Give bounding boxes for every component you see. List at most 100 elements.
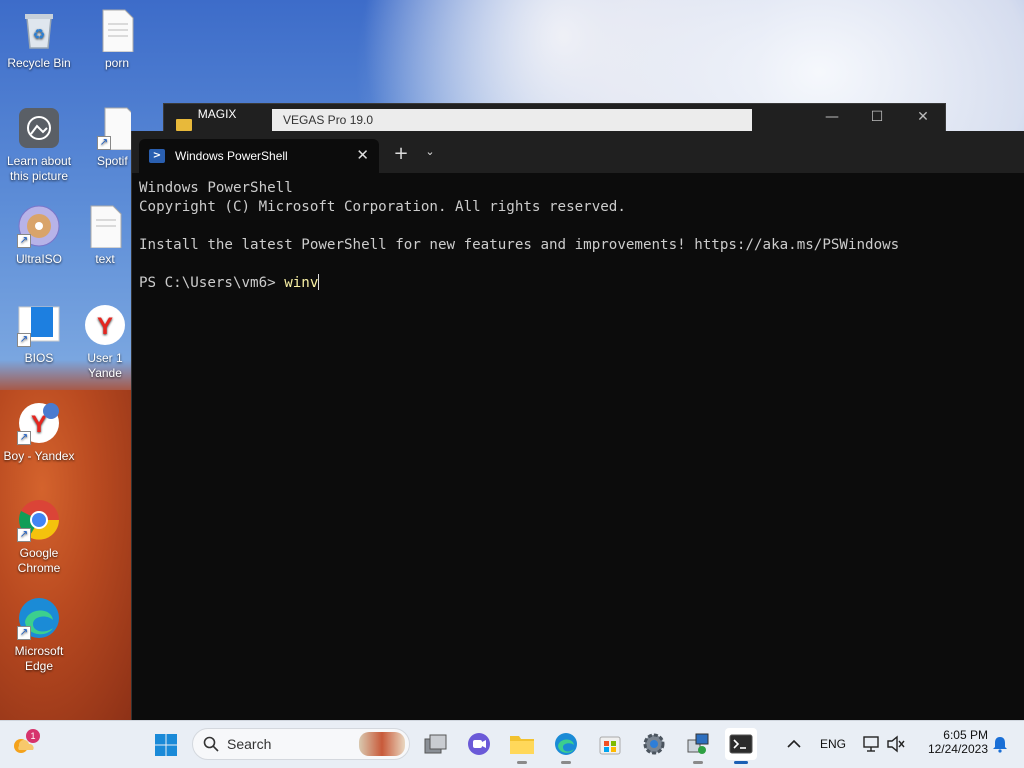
desktop-icon-label: Microsoft Edge (14, 644, 64, 673)
task-view-button[interactable] (420, 728, 452, 760)
text-cursor (318, 274, 320, 290)
shortcut-arrow-icon: ↗ (17, 528, 31, 542)
vegas-pro-tab[interactable]: VEGAS Pro 19.0 (272, 109, 752, 131)
widgets-button[interactable]: 1 (8, 729, 40, 761)
teams-chat-button[interactable] (463, 728, 495, 760)
yandex-browser-icon: Y ↗ (17, 401, 61, 445)
edge-icon: ↗ (17, 596, 61, 640)
microsoft-store-button[interactable] (594, 728, 626, 760)
desktop-icon-boy-yandex[interactable]: Y ↗ Boy - Yandex (1, 401, 77, 464)
chrome-icon: ↗ (17, 498, 61, 542)
desktop-icon-label: BIOS (24, 351, 54, 365)
terminal-titlebar[interactable]: > Windows PowerShell ✕ + ⌄ (132, 131, 1024, 173)
svg-text:Y: Y (97, 313, 113, 340)
close-button[interactable]: ✕ (908, 108, 938, 126)
bell-icon (993, 737, 1007, 753)
desktop-icon-label: Spotif (97, 154, 128, 168)
desktop-icon-text[interactable]: text (79, 204, 131, 267)
tab-dropdown-button[interactable]: ⌄ (422, 145, 438, 158)
terminal-line: Copyright (C) Microsoft Corporation. All… (139, 199, 626, 215)
chat-icon (468, 733, 490, 755)
notification-badge: 1 (26, 729, 40, 743)
volume-muted-icon (887, 735, 905, 753)
yandex-browser-icon: Y (83, 303, 127, 347)
store-icon (599, 736, 621, 755)
new-tab-button[interactable]: + (392, 143, 410, 164)
clock[interactable]: 6:05 PM 12/24/2023 (912, 728, 988, 756)
gear-icon (643, 733, 665, 755)
terminal-line: Install the latest PowerShell for new fe… (139, 237, 900, 253)
running-indicator (693, 761, 703, 764)
language-indicator[interactable]: ENG (820, 737, 846, 751)
terminal-icon (729, 734, 753, 754)
search-icon (203, 736, 219, 752)
tab-windows-powershell[interactable]: > Windows PowerShell ✕ (139, 139, 379, 173)
network-computer-icon (687, 733, 709, 754)
desktop-icon-google-chrome[interactable]: ↗ Google Chrome (1, 498, 77, 576)
prompt-text: PS C:\Users\vm6> (139, 275, 285, 291)
shortcut-arrow-icon: ↗ (17, 431, 31, 445)
bios-icon: ↗ (17, 303, 61, 347)
clock-date: 12/24/2023 (927, 742, 988, 756)
desktop-icon-label: UltraISO (15, 252, 62, 266)
terminal-line: Windows PowerShell (139, 180, 293, 196)
chevron-up-icon (787, 739, 801, 748)
start-button[interactable] (150, 729, 182, 761)
file-icon: ↗ (97, 106, 131, 151)
task-view-icon (424, 734, 447, 754)
tab-title: Windows PowerShell (175, 149, 288, 163)
network-icon (863, 736, 879, 752)
desktop-icon-label: text (95, 252, 115, 266)
camera-icon (17, 106, 61, 150)
shortcut-arrow-icon: ↗ (17, 333, 31, 347)
prompt-line[interactable]: PS C:\Users\vm6> winv (139, 274, 1019, 293)
edge-taskbar-button[interactable] (550, 728, 582, 764)
volume-button[interactable] (880, 728, 912, 760)
taskbar-search-box[interactable]: Search (192, 728, 410, 760)
desktop-icon-microsoft-edge[interactable]: ↗ Microsoft Edge (1, 596, 77, 674)
text-file-icon (83, 204, 127, 249)
recycle-bin-icon: ♻ (17, 8, 61, 52)
search-highlight-icon (359, 732, 405, 756)
notifications-button[interactable] (984, 728, 1016, 760)
terminal-output[interactable]: Windows PowerShell Copyright (C) Microso… (139, 179, 1019, 293)
desktop-icon-label: Learn about this picture (6, 154, 72, 183)
shortcut-arrow-icon: ↗ (17, 234, 31, 248)
network-app-button[interactable] (682, 728, 714, 764)
desktop-icon-user1-yandex[interactable]: Y User 1 Yande (79, 303, 131, 381)
folder-icon (510, 736, 534, 754)
show-hidden-icons-button[interactable] (778, 728, 810, 760)
text-file-icon (95, 8, 139, 53)
desktop-icon-label: Google Chrome (17, 546, 61, 575)
tab-close-icon[interactable]: ✕ (356, 146, 369, 164)
shortcut-arrow-icon: ↗ (97, 136, 111, 150)
maximize-button[interactable]: ☐ (862, 108, 892, 126)
desktop-icon-label: porn (104, 56, 130, 70)
settings-button[interactable] (638, 728, 670, 760)
desktop-icon-label: Boy - Yandex (3, 449, 75, 463)
desktop-icon-spotify[interactable]: ↗ Spotif (79, 106, 131, 169)
terminal-taskbar-button[interactable] (725, 728, 757, 764)
shortcut-arrow-icon: ↗ (17, 626, 31, 640)
powershell-icon: > (149, 149, 165, 163)
desktop-icon-porn[interactable]: porn (79, 8, 155, 71)
running-indicator (561, 761, 571, 764)
windows-logo-icon (155, 734, 177, 756)
folder-icon (176, 119, 192, 131)
desktop-icon-learn-about-picture[interactable]: Learn about this picture (1, 106, 77, 184)
file-explorer-button[interactable] (506, 728, 538, 764)
desktop-icon-bios[interactable]: ↗ BIOS (1, 303, 77, 366)
edge-icon (555, 733, 577, 755)
search-label: Search (227, 736, 272, 752)
desktop-icon-label: Recycle Bin (7, 56, 71, 70)
minimize-button[interactable]: — (817, 108, 847, 126)
desktop-icon-ultraiso[interactable]: ↗ UltraISO (1, 204, 77, 267)
running-indicator (517, 761, 527, 764)
disc-icon: ↗ (17, 204, 61, 248)
command-input[interactable]: winv (284, 275, 318, 291)
clock-time: 6:05 PM (943, 728, 988, 742)
desktop-icon-recycle-bin[interactable]: ♻ Recycle Bin (1, 8, 77, 71)
terminal-window[interactable]: > Windows PowerShell ✕ + ⌄ Windows Power… (131, 131, 1024, 720)
